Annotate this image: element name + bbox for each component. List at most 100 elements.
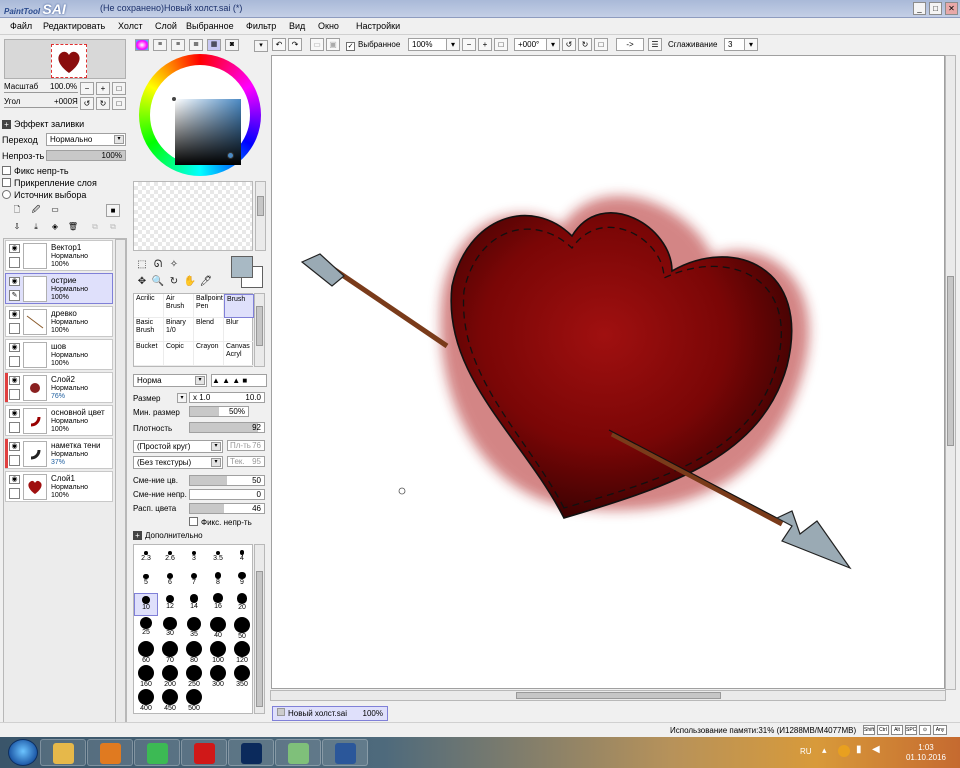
brush-size-cell[interactable]: 200 bbox=[158, 665, 182, 688]
brush-tool-acrilic[interactable]: Acrilic bbox=[134, 294, 164, 318]
brush-size-cell[interactable]: 2.6 bbox=[158, 545, 182, 568]
foreground-color-swatch[interactable] bbox=[231, 256, 253, 278]
hand-icon[interactable]: ✋ bbox=[183, 275, 197, 289]
angle-slider[interactable] bbox=[4, 107, 78, 108]
brush-size-cell[interactable]: 60 bbox=[134, 641, 158, 664]
transfer-down-icon[interactable]: ⤓ bbox=[29, 221, 43, 234]
minimize-button[interactable]: _ bbox=[913, 2, 926, 15]
new-layer-icon[interactable]: 🗋 bbox=[10, 204, 24, 217]
merge-down-icon[interactable]: ⇩ bbox=[10, 221, 24, 234]
volume-icon[interactable]: ◀ bbox=[872, 744, 880, 755]
brush-tool-ballpoint[interactable]: Ballpoint Pen bbox=[194, 294, 224, 318]
menu-edit[interactable]: Редактировать bbox=[43, 21, 105, 31]
rect-select-icon[interactable]: ⬚ bbox=[135, 258, 149, 272]
menu-selection[interactable]: Выбранное bbox=[186, 21, 234, 31]
drawing-canvas[interactable] bbox=[271, 55, 945, 689]
brush-mode-select[interactable]: Норма ▾ bbox=[133, 374, 207, 387]
brush-size-cell[interactable]: 16 bbox=[206, 593, 230, 616]
persistence-slider[interactable]: 46 bbox=[189, 503, 265, 514]
brush-grid-scrollbar[interactable] bbox=[254, 293, 265, 367]
brush-size-cell[interactable]: 6 bbox=[158, 569, 182, 592]
brush-size-cell[interactable]: 50 bbox=[230, 617, 254, 640]
dilution-slider[interactable]: 0 bbox=[189, 489, 265, 500]
layer-item[interactable]: ◉ Слой1 Нормально 100% bbox=[5, 471, 113, 502]
lasso-icon[interactable]: ᘏ bbox=[151, 258, 165, 272]
size-dropdown-icon[interactable]: ▾ bbox=[177, 393, 187, 403]
brush-size-cell[interactable]: 40 bbox=[206, 617, 230, 640]
lock-checkbox[interactable] bbox=[9, 389, 20, 400]
clipping-checkbox[interactable]: Прикрепление слоя bbox=[2, 178, 97, 188]
brush-size-cell[interactable]: 14 bbox=[182, 593, 206, 616]
copy-layer-icon[interactable]: ⧉ bbox=[88, 221, 102, 234]
lock-checkbox[interactable] bbox=[9, 422, 20, 433]
visibility-eye-icon[interactable]: ◉ bbox=[9, 442, 20, 451]
taskbar-app-word[interactable] bbox=[322, 739, 368, 766]
canvas-horizontal-scrollbar[interactable] bbox=[270, 690, 946, 701]
brush-size-cell[interactable]: 20 bbox=[230, 593, 254, 616]
blend-mode-select[interactable]: Нормально ▾ bbox=[46, 133, 126, 146]
brush-size-cell[interactable]: 450 bbox=[158, 689, 182, 712]
close-button[interactable]: ✕ bbox=[945, 2, 958, 15]
selection-toggle[interactable]: ✓ Выбранное bbox=[346, 40, 400, 51]
swatch-grid[interactable] bbox=[133, 181, 253, 251]
advanced-settings-toggle[interactable]: + Дополнительно bbox=[133, 531, 203, 540]
visibility-eye-icon[interactable]: ◉ bbox=[9, 343, 20, 352]
visibility-eye-icon[interactable]: ◉ bbox=[9, 376, 20, 385]
brush-size-cell[interactable]: 10 bbox=[134, 593, 158, 616]
rotation-dropdown-icon[interactable]: ▾ bbox=[546, 38, 560, 51]
lock-checkbox[interactable] bbox=[9, 356, 20, 367]
rgb-slider-tab-icon[interactable]: ≡ bbox=[153, 39, 167, 51]
clock[interactable]: 1:03 01.10.2016 bbox=[906, 743, 946, 763]
undo-icon[interactable]: ↶ bbox=[272, 38, 286, 51]
brush-size-cell[interactable]: 3.5 bbox=[206, 545, 230, 568]
delete-layer-icon[interactable]: 🗑 bbox=[66, 221, 80, 234]
tray-app-icon[interactable] bbox=[838, 745, 850, 757]
brush-size-cell[interactable]: 500 bbox=[182, 689, 206, 712]
layer-list-scrollbar[interactable] bbox=[115, 239, 126, 727]
rotate-right-icon[interactable]: ↻ bbox=[578, 38, 592, 51]
new-folder-icon[interactable]: ▭ bbox=[48, 204, 62, 217]
brush-size-cell[interactable]: 30 bbox=[158, 617, 182, 640]
lock-checkbox[interactable] bbox=[9, 488, 20, 499]
brush-tool-copic[interactable]: Copic bbox=[164, 342, 194, 366]
hsv-slider-tab-icon[interactable]: ≡ bbox=[171, 39, 185, 51]
size-slider[interactable]: x 1.0 10.0 bbox=[189, 392, 265, 403]
nav-rotate-left-icon[interactable]: ↺ bbox=[80, 97, 94, 110]
scratchpad-tab-icon[interactable]: ◙ bbox=[225, 39, 239, 51]
zoom-reset-button[interactable]: □ bbox=[494, 38, 508, 51]
brush-size-cell[interactable]: 350 bbox=[230, 665, 254, 688]
brush-size-cell[interactable]: 300 bbox=[206, 665, 230, 688]
brush-size-cell[interactable]: 3 bbox=[182, 545, 206, 568]
brush-size-cell[interactable]: 8 bbox=[206, 569, 230, 592]
taskbar-app-photoshop[interactable] bbox=[228, 739, 274, 766]
visibility-eye-icon[interactable]: ◉ bbox=[9, 277, 20, 286]
nav-zoom-in-button[interactable]: + bbox=[96, 82, 110, 95]
brush-size-cell[interactable]: 400 bbox=[134, 689, 158, 712]
preserve-opacity-checkbox[interactable]: Фикс непр-ть bbox=[2, 166, 69, 176]
canvas-vertical-scrollbar[interactable] bbox=[945, 55, 956, 690]
deselect-icon[interactable]: ▭ bbox=[310, 38, 324, 51]
swatch-scrollbar[interactable] bbox=[255, 181, 266, 251]
navigator-view-rect[interactable] bbox=[51, 44, 87, 78]
brush-tool-basic[interactable]: Basic Brush bbox=[134, 318, 164, 342]
lock-checkbox[interactable] bbox=[9, 455, 20, 466]
zoom-out-button[interactable]: − bbox=[462, 38, 476, 51]
new-vector-layer-icon[interactable]: 🖉 bbox=[29, 204, 43, 217]
menu-filter[interactable]: Фильтр bbox=[246, 21, 276, 31]
layer-item[interactable]: ◉ Вектор1 Нормально 100% bbox=[5, 240, 113, 271]
start-button[interactable] bbox=[8, 739, 38, 766]
brush-size-cell[interactable]: 80 bbox=[182, 641, 206, 664]
selection-source-checkbox[interactable]: Источник выбора bbox=[2, 190, 86, 200]
language-indicator[interactable]: RU bbox=[800, 747, 812, 756]
network-icon[interactable]: ▮ bbox=[856, 744, 862, 755]
brush-size-cell[interactable]: 120 bbox=[230, 641, 254, 664]
layer-item[interactable]: ◉ Слой2 Нормально 76% bbox=[5, 372, 113, 403]
brush-size-cell[interactable]: 35 bbox=[182, 617, 206, 640]
hue-picker-handle[interactable] bbox=[227, 152, 234, 159]
layer-item[interactable]: ◉ наметка тени Нормально 37% bbox=[5, 438, 113, 469]
lock-checkbox[interactable] bbox=[9, 323, 20, 334]
document-tab[interactable]: Новый холст.sai 100% bbox=[272, 706, 388, 721]
brush-size-cell[interactable]: 5 bbox=[134, 569, 158, 592]
zoom-tool-icon[interactable]: 🔍 bbox=[151, 275, 165, 289]
brush-tool-bucket[interactable]: Bucket bbox=[134, 342, 164, 366]
